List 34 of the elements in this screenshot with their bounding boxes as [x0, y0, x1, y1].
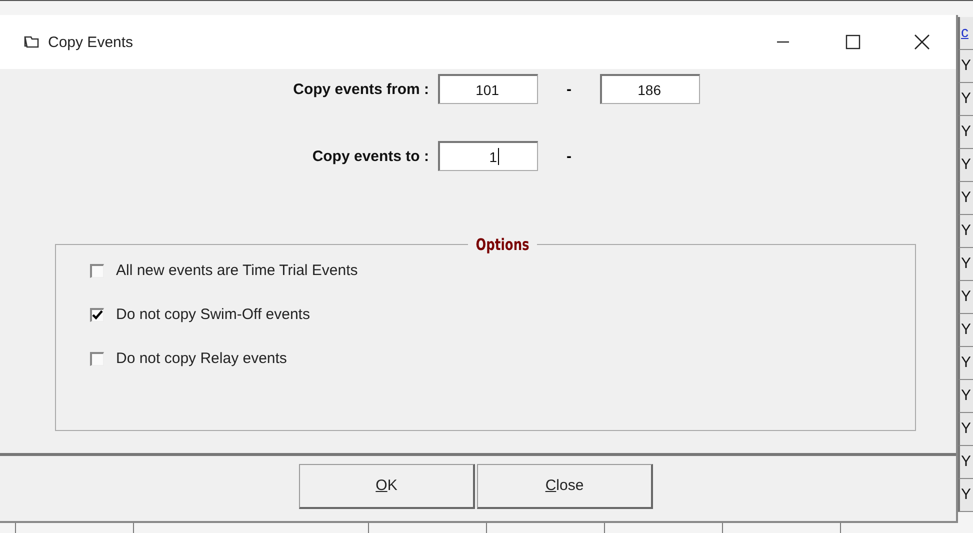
range-dash: - — [566, 148, 572, 164]
table-cell: Y — [961, 57, 972, 75]
group-title: Options — [474, 235, 530, 254]
range-dash: - — [566, 80, 572, 98]
table-cell: Y — [961, 156, 972, 174]
window-icon — [24, 35, 40, 49]
number-field[interactable]: 101 — [438, 74, 538, 104]
checkbox[interactable] — [90, 264, 104, 278]
table-cell: Y — [961, 123, 972, 141]
checkbox-label: Do not copy Swim-Off events — [116, 306, 310, 323]
maximize-icon[interactable] — [845, 34, 861, 50]
field-label: Copy events from : — [292, 80, 429, 98]
table-cell: Y — [961, 321, 972, 339]
table-cell: Y — [961, 387, 972, 405]
window-title: Copy Events — [48, 34, 134, 50]
table-cell: Y — [961, 90, 972, 108]
table-cell: Y — [961, 189, 972, 207]
dialog-button[interactable]: OK — [299, 464, 475, 508]
table-cell: Y — [961, 354, 972, 372]
number-field[interactable]: 1 — [438, 141, 538, 171]
close-icon[interactable] — [914, 34, 930, 50]
table-cell: Y — [961, 420, 972, 438]
checkbox[interactable] — [90, 308, 104, 322]
number-field[interactable]: 186 — [600, 74, 700, 104]
checkbox[interactable] — [90, 352, 104, 366]
table-cell: Y — [961, 486, 972, 504]
dialog-button[interactable]: Close — [477, 464, 653, 508]
checkbox-label: Do not copy Relay events — [116, 350, 287, 367]
table-cell: Y — [961, 288, 972, 306]
table-cell: Y — [961, 255, 972, 273]
checkbox-label: All new events are Time Trial Events — [116, 262, 358, 279]
table-cell: Y — [961, 222, 972, 240]
field-label: Copy events to : — [311, 148, 429, 164]
table-cell: Y — [961, 453, 972, 471]
